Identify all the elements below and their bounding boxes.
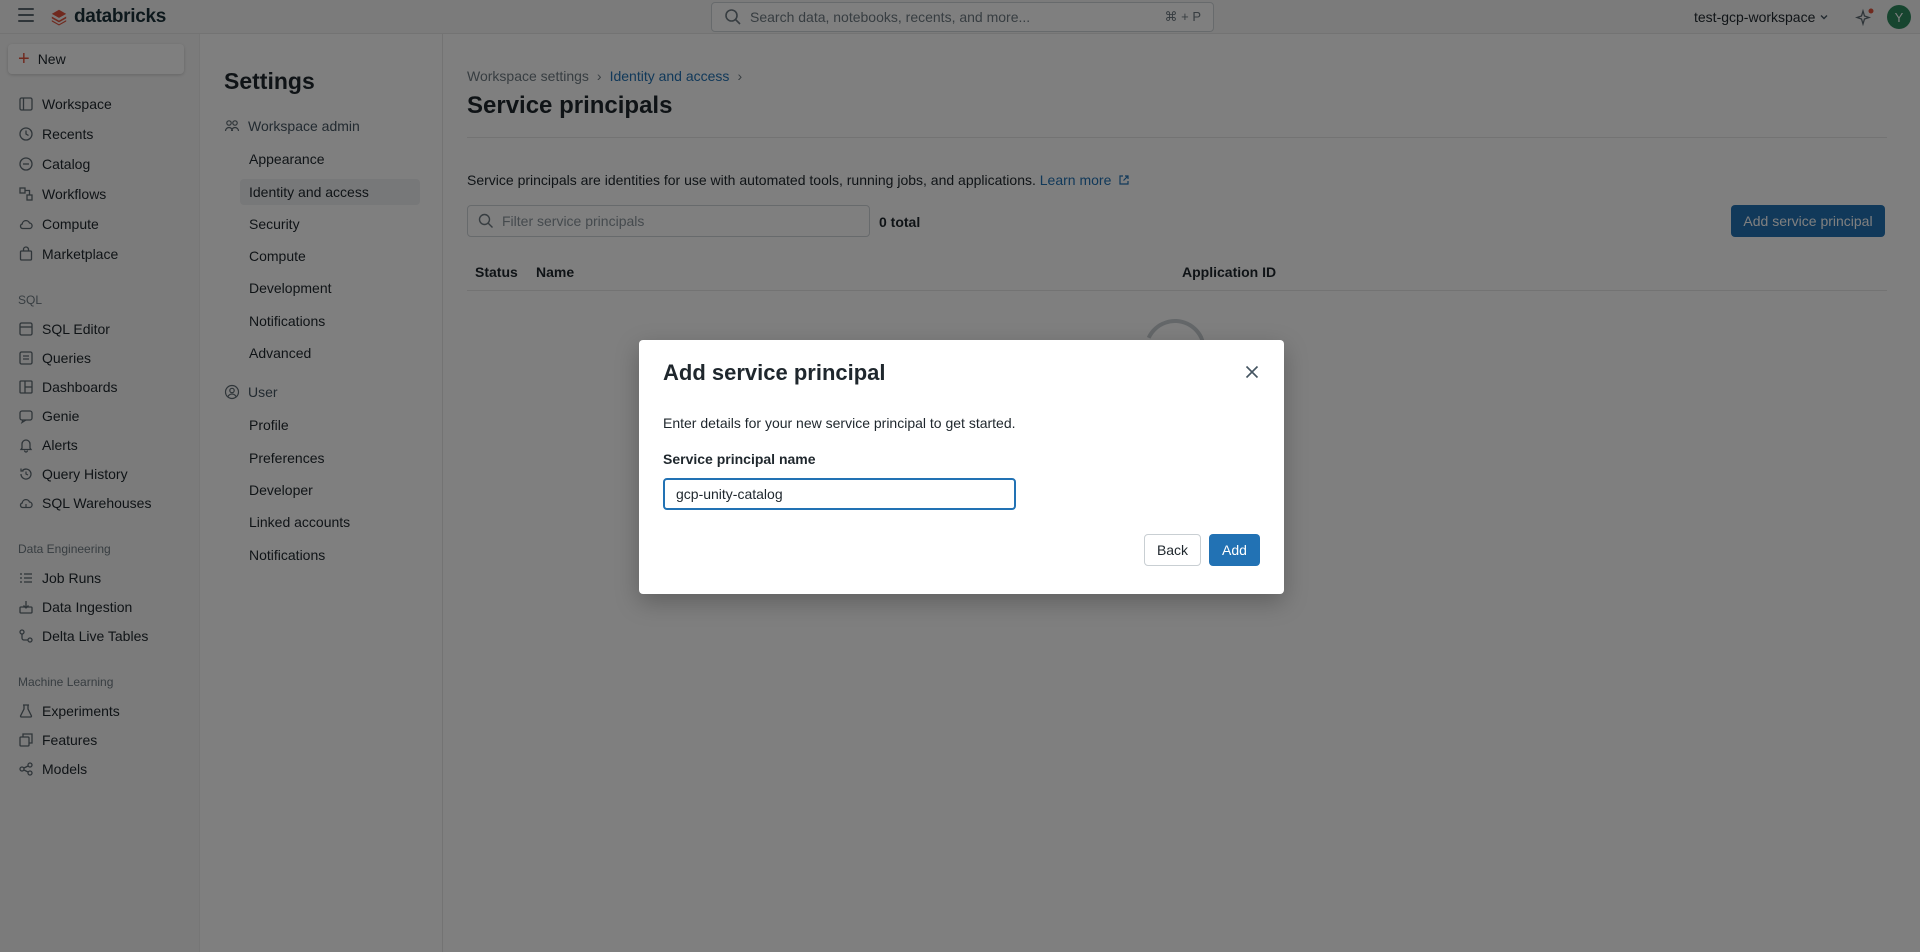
dialog-description: Enter details for your new service princ…	[663, 415, 1016, 431]
back-button[interactable]: Back	[1144, 534, 1201, 566]
add-button[interactable]: Add	[1209, 534, 1260, 566]
service-principal-name-input[interactable]	[663, 478, 1016, 510]
service-principal-name-label: Service principal name	[663, 451, 816, 467]
add-service-principal-dialog: Add service principal Enter details for …	[639, 340, 1284, 594]
close-icon[interactable]	[1242, 362, 1262, 382]
dialog-title: Add service principal	[663, 360, 886, 385]
